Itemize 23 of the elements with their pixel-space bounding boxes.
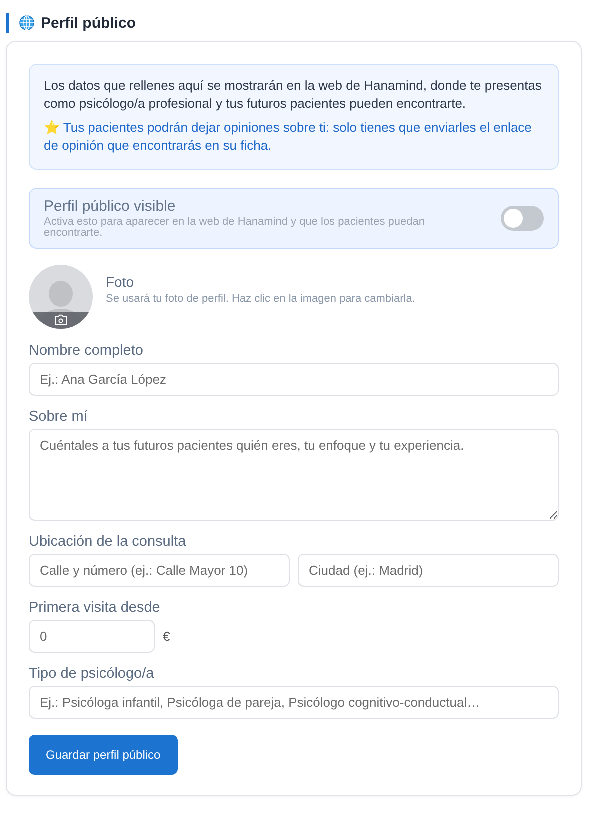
field-label: Sobre mí <box>29 409 89 425</box>
globe-icon <box>19 15 35 31</box>
field-label: Nombre completo <box>29 343 144 359</box>
field-label: Tipo de psicólogo/a <box>29 666 156 682</box>
visibility-label: Perfil público visible <box>44 198 177 215</box>
field-label: Primera visita desde <box>29 600 162 616</box>
input-field[interactable]: Ej.: Psicóloga infantil, Psicóloga de pareja, Psicólogo cognitivo-conductual… <box>29 686 559 719</box>
section-title: Perfil público <box>41 14 136 32</box>
input-field[interactable]: Ciudad (ej.: Madrid) <box>298 554 559 587</box>
photo-hint: Se usará tu foto de perfil. Haz clic en la imagen para cambiarla. <box>106 292 416 304</box>
info-note: ⭐ Tus pacientes podrán dejar opiniones sobre ti: solo tienes que enviarles el enlace de opinión que encontrarás en su ficha. <box>44 119 533 155</box>
input-field[interactable]: Ej.: Ana García López <box>29 363 559 396</box>
camera-icon <box>55 314 67 326</box>
currency-label: € <box>163 629 170 644</box>
field-label: Ubicación de la consulta <box>29 534 188 550</box>
toggle-switch[interactable] <box>501 206 544 231</box>
input-field[interactable]: Calle y número (ej.: Calle Mayor 10) <box>29 554 290 587</box>
photo-label: Foto <box>106 274 136 290</box>
save-button[interactable]: Guardar perfil público <box>29 735 178 775</box>
text-area[interactable]: Cuéntales a tus futuros pacientes quién eres, tu enfoque y tu experiencia. <box>29 429 559 521</box>
visibility-hint: Activa esto para aparecer en la web de Hanamind y que los pacientes puedan encontrarte. <box>44 217 426 239</box>
price-field[interactable]: 0 <box>29 620 155 653</box>
info-text: Los datos que rellenes aquí se mostrarán en la web de Hanamind, donde te presentas como psicólogo/a profesional y tus futuros pacientes pueden encontrarte. <box>44 77 543 113</box>
